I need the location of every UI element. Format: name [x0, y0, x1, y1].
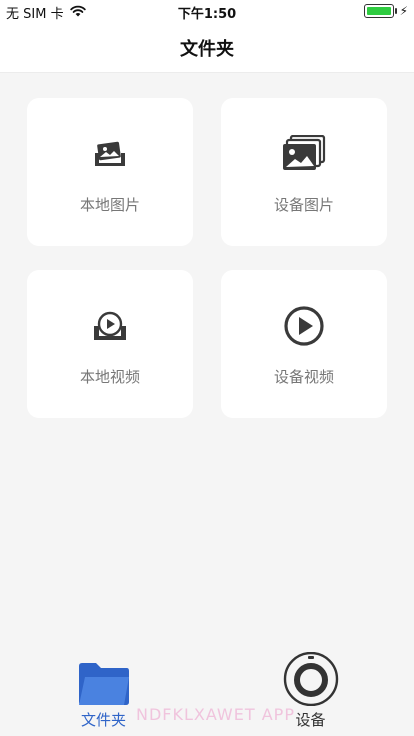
device-video-card[interactable]: 设备视频 — [221, 270, 387, 418]
tab-device[interactable]: 设备 — [207, 650, 414, 736]
local-pictures-icon — [91, 136, 129, 172]
card-label: 本地图片 — [79, 196, 140, 214]
page-title: 文件夹 — [180, 39, 234, 60]
tab-bar: 文件夹 设备 — [0, 650, 414, 736]
status-right: ⚡ — [363, 4, 408, 18]
card-label: 本地视频 — [79, 368, 140, 386]
navigation-bar: 文件夹 — [0, 24, 414, 73]
device-video-icon — [283, 306, 325, 346]
status-time: 下午1:50 — [177, 7, 237, 22]
status-bar: 无 SIM 卡 下午1:50 ⚡ — [0, 0, 414, 24]
folder-icon — [77, 652, 131, 706]
local-video-icon — [90, 308, 130, 344]
battery-icon — [363, 4, 397, 18]
local-video-card[interactable]: 本地视频 — [27, 270, 193, 418]
tab-label: 文件夹 — [80, 711, 126, 729]
card-label: 设备视频 — [273, 368, 334, 386]
device-pictures-icon — [281, 135, 327, 172]
device-pictures-card[interactable]: 设备图片 — [221, 98, 387, 246]
tab-label: 设备 — [295, 711, 326, 729]
local-pictures-card[interactable]: 本地图片 — [27, 98, 193, 246]
tab-folder[interactable]: 文件夹 — [0, 650, 207, 736]
card-label: 设备图片 — [273, 196, 334, 214]
device-camera-icon — [282, 652, 340, 706]
charging-bolt-icon: ⚡ — [399, 4, 408, 18]
